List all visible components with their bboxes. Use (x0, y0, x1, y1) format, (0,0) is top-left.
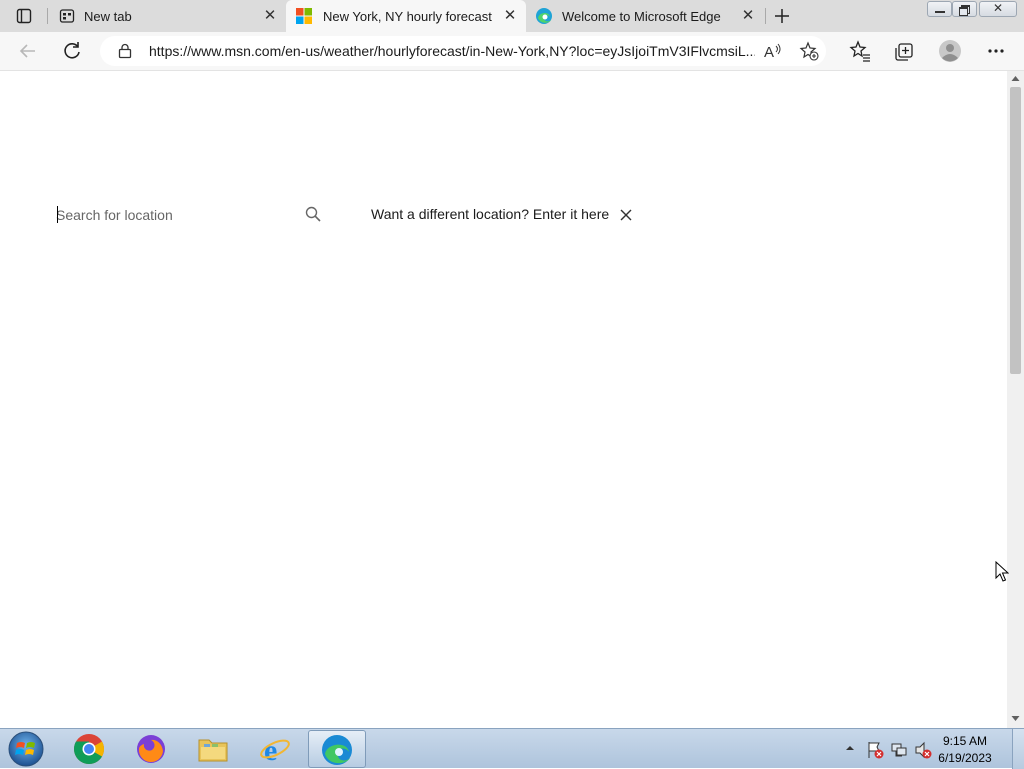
taskbar-file-explorer[interactable] (184, 730, 242, 768)
close-window-button[interactable]: ✕ (979, 1, 1017, 17)
more-options-icon[interactable] (984, 39, 1008, 63)
taskbar-chrome[interactable] (60, 730, 118, 768)
minimize-button[interactable] (927, 1, 952, 17)
scroll-up-arrow-icon[interactable] (1011, 75, 1020, 82)
tab-label: New tab (84, 9, 132, 24)
lock-icon[interactable] (118, 43, 132, 59)
windows-taskbar: e 9:15 AM 6/19/2023 (0, 728, 1024, 769)
search-icon[interactable] (305, 206, 321, 222)
action-center-flag-icon[interactable] (866, 741, 884, 759)
internet-explorer-icon: e (260, 734, 290, 765)
tab-weather-forecast[interactable]: New York, NY hourly forecast | M ✕ (286, 0, 526, 32)
navigation-toolbar: https://www.msn.com/en-us/weather/hourly… (0, 32, 1024, 71)
taskbar-internet-explorer[interactable]: e (246, 730, 304, 768)
add-favorite-icon[interactable] (799, 41, 819, 61)
tab-actions-icon[interactable] (16, 8, 32, 24)
svg-text:A: A (764, 44, 774, 60)
tab-label: New York, NY hourly forecast | M (323, 9, 495, 24)
edge-icon (322, 735, 352, 765)
vertical-scrollbar[interactable] (1007, 71, 1024, 728)
close-icon[interactable] (619, 208, 633, 222)
close-tab-icon[interactable]: ✕ (502, 8, 518, 24)
close-tab-icon[interactable]: ✕ (740, 8, 756, 24)
restore-button[interactable] (952, 1, 977, 17)
tab-new-tab[interactable]: New tab ✕ (48, 0, 286, 32)
network-icon[interactable] (890, 741, 908, 759)
tab-strip: New tab ✕ New York, NY hourly forecast |… (0, 0, 1024, 32)
taskbar-firefox[interactable] (122, 730, 180, 768)
microsoft-logo-icon (296, 8, 312, 24)
favorites-icon[interactable] (848, 39, 872, 63)
svg-text:e: e (264, 734, 277, 765)
chrome-icon (73, 734, 105, 765)
refresh-icon[interactable] (60, 39, 84, 63)
url-text[interactable]: https://www.msn.com/en-us/weather/hourly… (149, 43, 755, 59)
tab-label: Welcome to Microsoft Edge (562, 9, 721, 24)
back-arrow-icon[interactable] (16, 39, 40, 63)
read-aloud-icon[interactable]: A (764, 42, 782, 60)
show-desktop-button[interactable] (1012, 729, 1024, 769)
tab-welcome-edge[interactable]: Welcome to Microsoft Edge ✕ (526, 0, 764, 32)
location-search-input[interactable] (56, 204, 296, 226)
location-search-box[interactable] (56, 198, 326, 232)
scrollbar-thumb[interactable] (1010, 87, 1021, 374)
folder-icon (198, 739, 228, 762)
close-tab-icon[interactable]: ✕ (262, 8, 278, 24)
firefox-icon (137, 735, 165, 763)
start-orb-icon[interactable] (6, 730, 46, 768)
clock-time[interactable]: 9:15 AM (930, 734, 1000, 748)
show-hidden-icons-arrow-icon[interactable] (845, 744, 855, 752)
new-tab-icon (59, 9, 75, 23)
different-location-prompt: Want a different location? Enter it here (371, 206, 610, 222)
profile-avatar-icon[interactable] (938, 39, 962, 63)
collections-icon[interactable] (892, 39, 916, 63)
mouse-cursor-icon (995, 561, 1009, 582)
text-caret (57, 206, 58, 223)
clock-date[interactable]: 6/19/2023 (930, 751, 1000, 765)
scroll-down-arrow-icon[interactable] (1011, 715, 1020, 722)
taskbar-edge-active[interactable] (308, 730, 366, 768)
address-bar[interactable]: https://www.msn.com/en-us/weather/hourly… (100, 36, 826, 66)
new-tab-plus-icon[interactable] (774, 8, 790, 24)
edge-icon (536, 8, 552, 24)
